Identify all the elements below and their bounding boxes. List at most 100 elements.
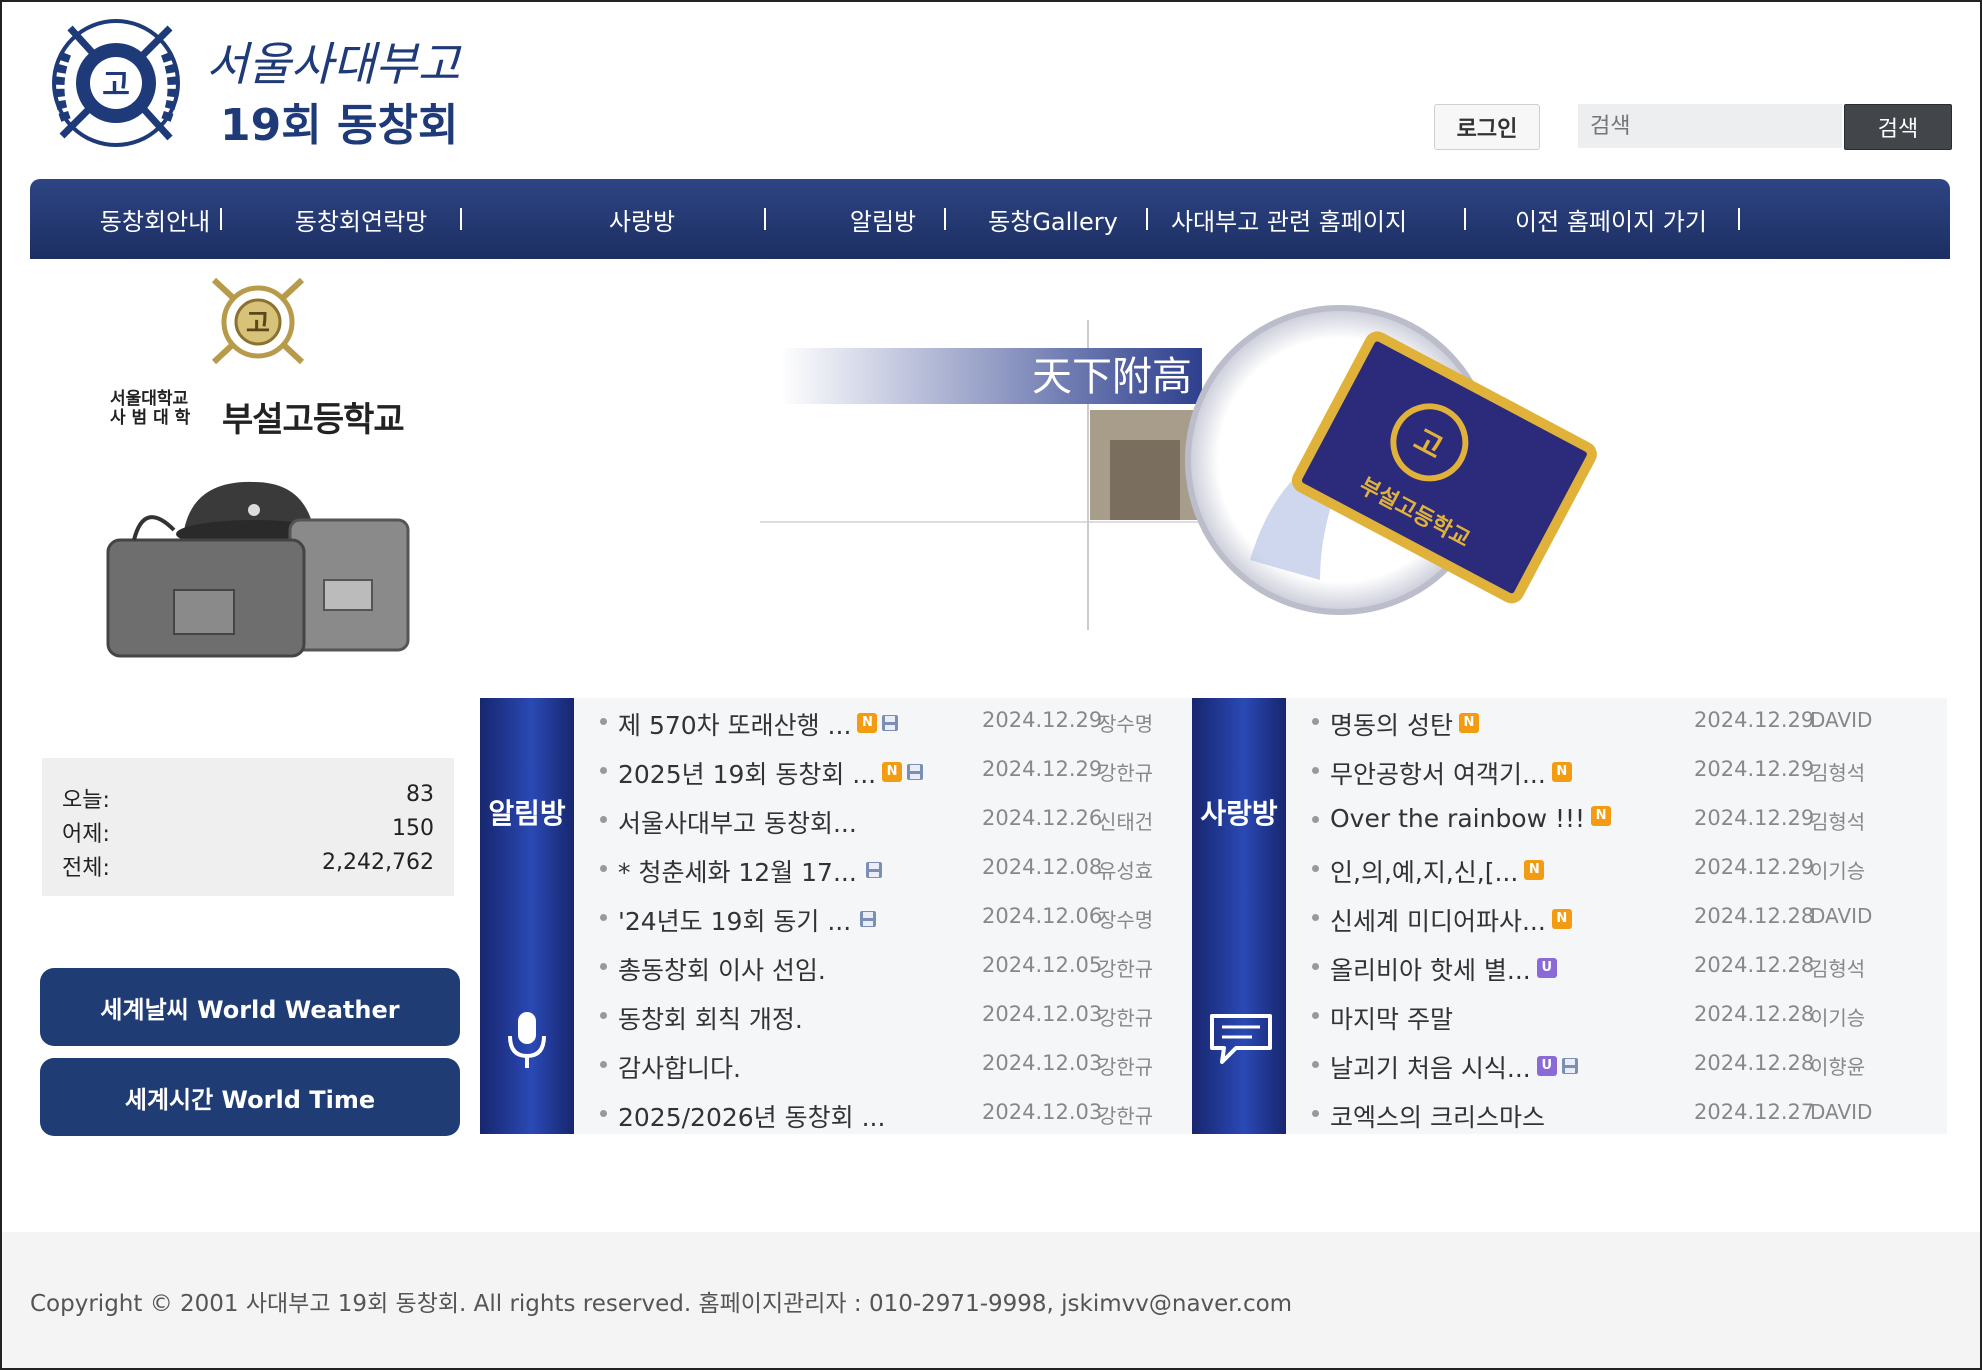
bullet-icon [600, 1012, 607, 1019]
post-date: 2024.12.28 [1694, 953, 1815, 977]
list-item: 마지막 주말 2024.12.28 이기승 [1286, 992, 1946, 1041]
post-author: 유성효 [1098, 859, 1154, 883]
bullet-icon [600, 914, 607, 921]
bullet-icon [1312, 1061, 1319, 1068]
list-item: Over the rainbow !!! N 2024.12.29 김형석 [1286, 796, 1946, 845]
post-title-text: 올리비아 핫세 별... [1330, 956, 1531, 985]
post-date: 2024.12.03 [982, 1100, 1103, 1124]
post-title-link[interactable]: 명동의 성탄 N [1330, 706, 1479, 742]
post-title-link[interactable]: 코엑스의 크리스마스 [1330, 1098, 1549, 1134]
post-author: 강한규 [1098, 1104, 1154, 1128]
post-date: 2024.12.28 [1694, 1051, 1815, 1075]
updated-badge-icon: U [1536, 957, 1557, 978]
post-badges: N [855, 712, 900, 742]
banner-motto: 天下附高 [1032, 354, 1192, 400]
post-title-link[interactable]: 총동창회 이사 선임. [618, 951, 830, 987]
post-title-text: 제 570차 또래산행 ... [618, 711, 852, 740]
chat-bubble-icon [1210, 1014, 1272, 1064]
post-author: 장수명 [1098, 712, 1154, 736]
post-title-link[interactable]: 감사합니다. [618, 1049, 745, 1085]
attachment-icon [882, 714, 899, 731]
list-item: 서울사대부고 동창회... 2024.12.26 신태건 [574, 796, 1234, 845]
nav-divider [1738, 208, 1740, 230]
login-button[interactable]: 로그인 [1434, 104, 1540, 150]
logo-line1: 서울사대부고 [206, 37, 462, 91]
school-bags-image [106, 481, 410, 658]
visitor-stats: 오늘: 83 어제: 150 전체: 2,242,762 [42, 758, 454, 896]
post-badges: N [1457, 712, 1479, 742]
new-badge-icon: N [857, 712, 878, 733]
post-title-text: 총동창회 이사 선임. [618, 956, 826, 985]
post-date: 2024.12.29 [1694, 757, 1815, 781]
post-title-link[interactable]: 인,의,예,지,신,[... N [1330, 853, 1545, 889]
post-badges [861, 860, 884, 889]
post-title-text: 인,의,예,지,신,[... [1330, 858, 1519, 887]
lounge-board-tab[interactable]: 사랑방 [1192, 698, 1286, 1134]
notice-board-tab[interactable]: 알림방 [480, 698, 574, 1134]
site-logo[interactable]: 고 서울사대부고 19회 동창회 [44, 10, 504, 160]
post-title-text: 무안공항서 여객기... [1330, 760, 1546, 789]
nav-divider [220, 208, 222, 230]
post-title-link[interactable]: Over the rainbow !!! N [1330, 804, 1612, 835]
post-title-link[interactable]: 제 570차 또래산행 ... N [618, 706, 900, 742]
nav-item-gallery[interactable]: 동창Gallery [946, 179, 1160, 259]
updated-badge-icon: U [1536, 1055, 1557, 1076]
search-button[interactable]: 검색 [1844, 104, 1952, 150]
post-date: 2024.12.03 [982, 1002, 1103, 1026]
list-item: 총동창회 이사 선임. 2024.12.05 강한규 [574, 943, 1234, 992]
nav-item-related-sites[interactable]: 사대부고 관련 홈페이지 [1148, 179, 1430, 259]
post-title-link[interactable]: 마지막 주말 [1330, 1000, 1457, 1036]
post-title-link[interactable]: 2025년 19회 동창회 ... N [618, 755, 925, 791]
bullet-icon [1312, 1110, 1319, 1117]
post-title-link[interactable]: '24년도 19회 동기 ... [618, 902, 878, 938]
post-title-link[interactable]: 2025/2026년 동창회 ... [618, 1098, 889, 1134]
post-title-link[interactable]: 동창회 회칙 개정. [618, 1000, 807, 1036]
attachment-icon [865, 861, 882, 878]
world-time-button[interactable]: 세계시간 World Time [40, 1058, 460, 1136]
bullet-icon [1312, 816, 1319, 823]
post-author: 강한규 [1098, 1006, 1154, 1030]
nav-item-lounge[interactable]: 사랑방 [470, 179, 814, 259]
post-title-link[interactable]: 서울사대부고 동창회... [618, 804, 861, 840]
bullet-icon [1312, 914, 1319, 921]
post-date: 2024.12.28 [1694, 904, 1815, 928]
list-item: 동창회 회칙 개정. 2024.12.03 강한규 [574, 992, 1234, 1041]
post-date: 2024.12.08 [982, 855, 1103, 879]
search-input[interactable] [1578, 104, 1842, 148]
list-item: 2025년 19회 동창회 ... N 2024.12.29 강한규 [574, 747, 1234, 796]
post-title-link[interactable]: 신세계 미디어파사... N [1330, 902, 1572, 938]
bullet-icon [600, 1110, 607, 1117]
nav-item-previous-site[interactable]: 이전 홈페이지 가기 [1466, 179, 1756, 259]
new-badge-icon: N [1591, 805, 1612, 826]
nav-item-contacts[interactable]: 동창회연락망 [250, 179, 472, 259]
post-author: 김형석 [1810, 810, 1866, 834]
post-title-link[interactable]: 무안공항서 여객기... N [1330, 755, 1572, 791]
world-weather-button[interactable]: 세계날씨 World Weather [40, 968, 460, 1046]
post-author: 이기승 [1810, 859, 1866, 883]
post-date: 2024.12.29 [1694, 855, 1815, 879]
list-item: 명동의 성탄 N 2024.12.29 DAVID [1286, 698, 1946, 747]
post-badges: N [1550, 761, 1572, 791]
stat-label: 전체: [62, 856, 110, 881]
new-badge-icon: N [1458, 712, 1479, 733]
new-badge-icon: N [882, 761, 903, 782]
post-title-link[interactable]: 올리비아 핫세 별... U [1330, 951, 1557, 987]
post-date: 2024.12.29 [1694, 708, 1815, 732]
post-badges [855, 909, 878, 938]
bullet-icon [1312, 865, 1319, 872]
stat-value: 83 [406, 782, 434, 807]
notice-board-title: 알림방 [488, 797, 566, 830]
nav-item-info[interactable]: 동창회안내 [52, 179, 258, 259]
notice-board: 알림방 제 570차 또래산행 ... N 2024.12.29 장수명 2025년 1… [480, 698, 1235, 1134]
stat-total: 전체: 2,242,762 [62, 850, 434, 884]
emblem-icon: 고 [52, 19, 180, 147]
bullet-icon [600, 963, 607, 970]
post-title-text: 마지막 주말 [1330, 1005, 1453, 1034]
list-item: 신세계 미디어파사... N 2024.12.28 DAVID [1286, 894, 1946, 943]
post-title-link[interactable]: 날괴기 처음 시식... U [1330, 1049, 1580, 1085]
post-title-link[interactable]: * 청춘세화 12월 17... [618, 853, 884, 889]
bullet-icon [600, 816, 607, 823]
post-title-text: * 청춘세화 12월 17... [618, 858, 857, 887]
stat-value: 150 [392, 816, 434, 841]
school-emblem-icon: 고 [211, 277, 305, 365]
